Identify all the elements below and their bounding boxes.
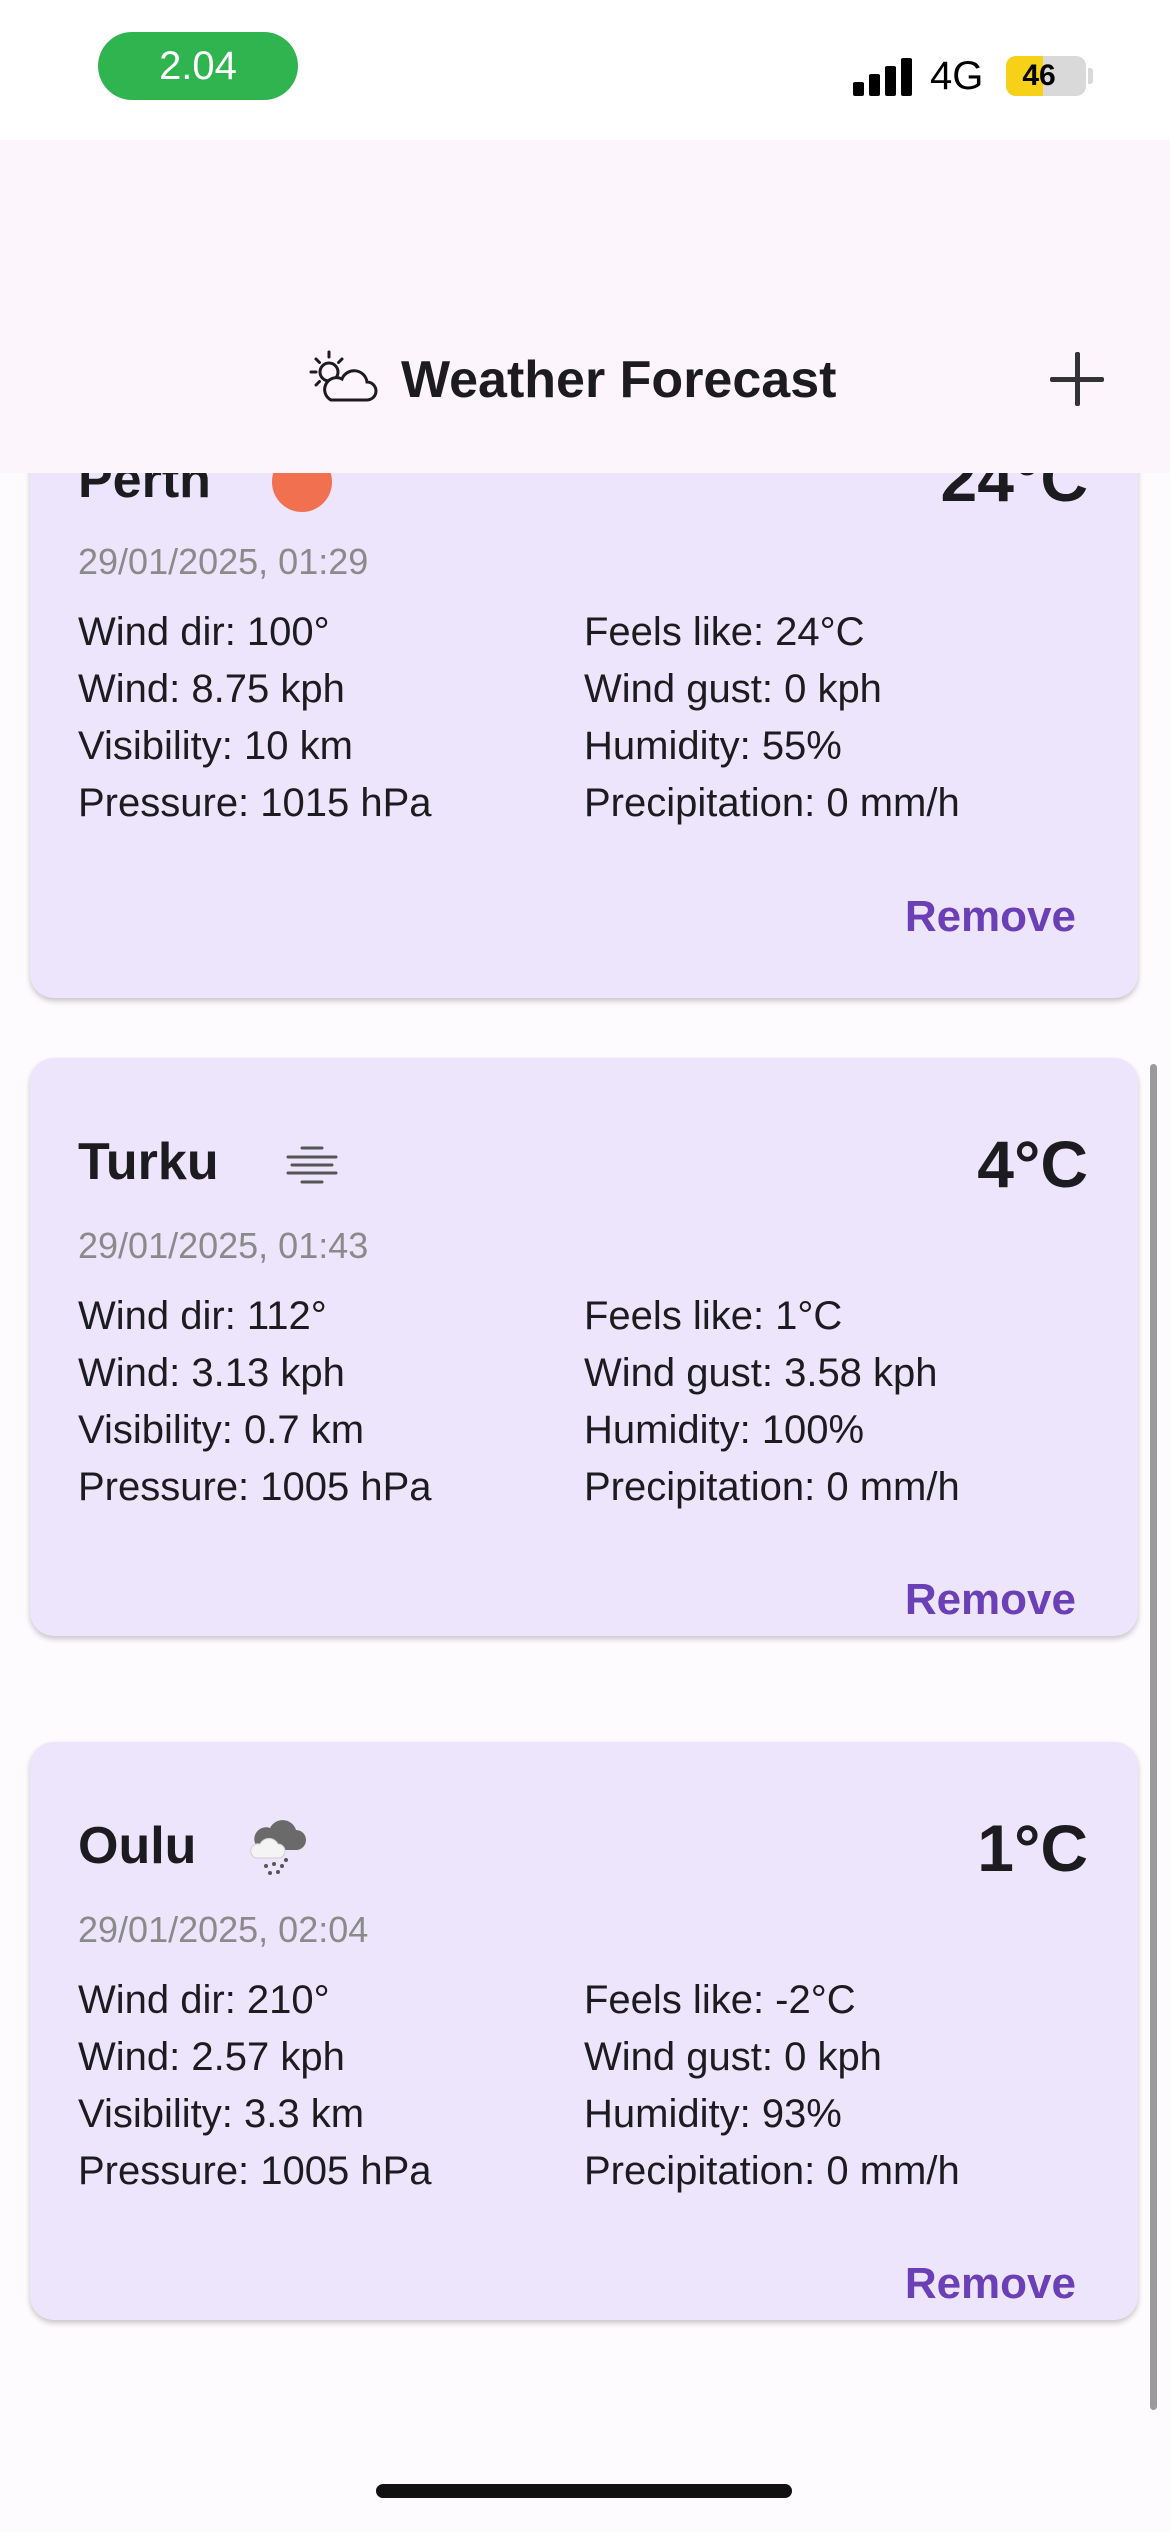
temperature: 4°C [977, 1127, 1088, 1201]
timestamp: 29/01/2025, 01:43 [78, 1225, 369, 1266]
wind-gust: Wind gust: 3.58 kph [584, 1351, 938, 1395]
details-right: Feels like: -2°C Wind gust: 0 kph Humidi… [584, 1972, 960, 2200]
snow-cloud-icon [250, 1820, 306, 1875]
precipitation: Precipitation: 0 mm/h [584, 2149, 960, 2193]
weather-card-perth: Perth 24°C 29/01/2025, 01:29 Wind dir: 1… [30, 420, 1138, 998]
wind-gust: Wind gust: 0 kph [584, 2035, 882, 2079]
feels-like: Feels like: 24°C [584, 610, 865, 654]
fog-icon [286, 1146, 338, 1184]
details-left: Wind dir: 112° Wind: 3.13 kph Visibility… [78, 1288, 432, 1516]
remove-button[interactable]: Remove [905, 2256, 1076, 2312]
remove-button[interactable]: Remove [905, 1572, 1076, 1628]
wind-gust: Wind gust: 0 kph [584, 667, 882, 711]
page-title: Weather Forecast [401, 351, 837, 409]
feels-like: Feels like: 1°C [584, 1294, 843, 1338]
partly-cloudy-icon [309, 350, 378, 402]
humidity: Humidity: 100% [584, 1408, 865, 1452]
wind-direction: Wind dir: 210° [78, 1978, 330, 2022]
weather-card-turku: Turku 4°C 29/01/2025, 01:43 Wind dir: 11… [30, 1058, 1138, 1636]
visibility: Visibility: 0.7 km [78, 1408, 365, 1452]
scrollbar[interactable] [1150, 1064, 1157, 2410]
app-title-group: Weather Forecast [305, 340, 836, 420]
remove-button[interactable]: Remove [905, 889, 1076, 945]
precipitation: Precipitation: 0 mm/h [584, 1465, 960, 1509]
precipitation: Precipitation: 0 mm/h [584, 781, 960, 825]
pressure: Pressure: 1015 hPa [78, 781, 432, 825]
details-left: Wind dir: 210° Wind: 2.57 kph Visibility… [78, 1972, 432, 2200]
temperature: 1°C [977, 1811, 1088, 1885]
wind-speed: Wind: 8.75 kph [78, 667, 345, 711]
humidity: Humidity: 55% [584, 724, 842, 768]
timestamp: 29/01/2025, 02:04 [78, 1909, 369, 1950]
wind-speed: Wind: 3.13 kph [78, 1351, 345, 1395]
weather-card-oulu: Oulu 1°C 29/01/2025, 02:04 Wind dir: 210… [30, 1742, 1138, 2320]
wind-direction: Wind dir: 112° [78, 1294, 327, 1338]
details-right: Feels like: 1°C Wind gust: 3.58 kph Humi… [584, 1288, 960, 1516]
wind-direction: Wind dir: 100° [78, 610, 330, 654]
wind-speed: Wind: 2.57 kph [78, 2035, 345, 2079]
app-bar [0, 140, 1170, 473]
city-name: Oulu [78, 1817, 197, 1875]
feels-like: Feels like: -2°C [584, 1978, 856, 2022]
visibility: Visibility: 3.3 km [78, 2092, 365, 2136]
pressure: Pressure: 1005 hPa [78, 1465, 432, 1509]
details-left: Wind dir: 100° Wind: 8.75 kph Visibility… [78, 604, 432, 832]
add-city-button[interactable] [1050, 352, 1104, 406]
home-indicator[interactable] [376, 2484, 792, 2498]
humidity: Humidity: 93% [584, 2092, 842, 2136]
details-right: Feels like: 24°C Wind gust: 0 kph Humidi… [584, 604, 960, 832]
city-name: Turku [78, 1133, 219, 1191]
pressure: Pressure: 1005 hPa [78, 2149, 432, 2193]
visibility: Visibility: 10 km [78, 724, 353, 768]
timestamp: 29/01/2025, 01:29 [78, 541, 369, 582]
